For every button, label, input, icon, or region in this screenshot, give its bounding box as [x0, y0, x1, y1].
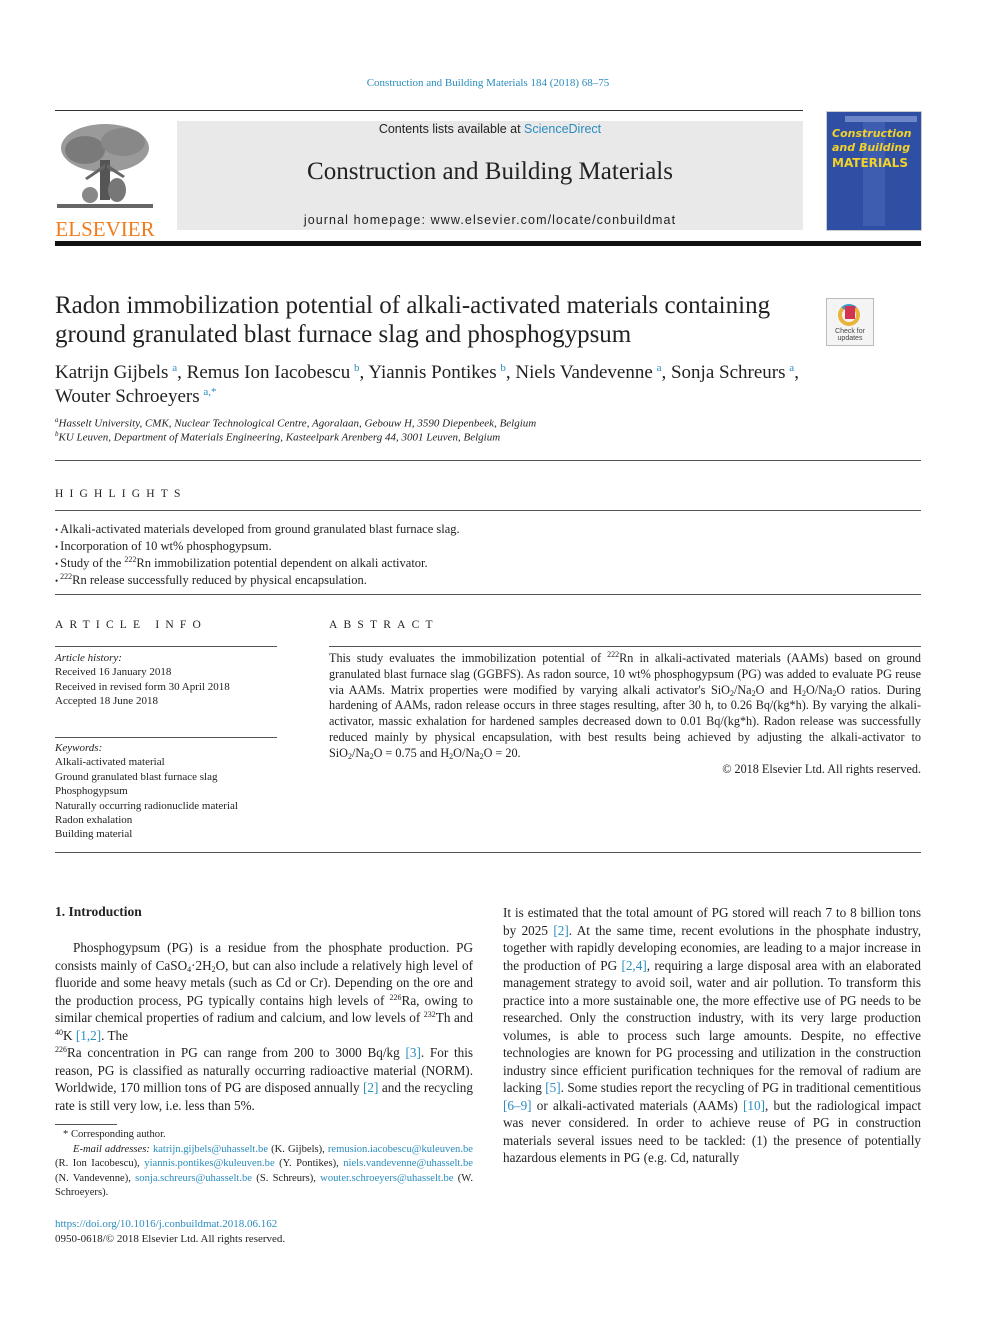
history-revised: Received in revised form 30 April 2018: [55, 680, 230, 693]
citation-link[interactable]: [2]: [363, 1080, 378, 1095]
sciencedirect-link[interactable]: ScienceDirect: [524, 122, 601, 136]
check-for-updates-button[interactable]: Check for updates: [826, 298, 874, 346]
citation-link[interactable]: [2]: [553, 923, 568, 938]
citation-link[interactable]: [6–9]: [503, 1098, 532, 1113]
divider: [55, 510, 921, 511]
journal-banner: Contents lists available at ScienceDirec…: [177, 121, 803, 230]
keyword-item[interactable]: Alkali-activated material: [55, 755, 277, 769]
email-owner: (K. Gijbels),: [268, 1143, 328, 1155]
journal-homepage-line: journal homepage: www.elsevier.com/locat…: [177, 213, 803, 227]
divider: [55, 737, 277, 738]
email-addresses: E-mail addresses: katrijn.gijbels@uhasse…: [55, 1143, 473, 1199]
article-title: Radon immobilization potential of alkali…: [55, 292, 771, 348]
author-name[interactable]: Katrijn Gijbels: [55, 362, 172, 383]
highlight-item: 222Rn release successfully reduced by ph…: [55, 572, 755, 589]
email-owner: (R. Ion Iacobescu),: [55, 1158, 145, 1170]
email-link[interactable]: remusion.iacobescu@kuleuven.be: [328, 1144, 473, 1155]
introduction-paragraph-right: It is estimated that the total amount of…: [503, 905, 921, 1165]
journal-cover-thumbnail[interactable]: Construction and Building MATERIALS: [826, 111, 922, 231]
author-separator: ,: [505, 362, 516, 383]
author-name[interactable]: Remus Ion Iacobescu: [187, 362, 354, 383]
keyword-item[interactable]: Phosphogypsum: [55, 784, 277, 798]
divider: [329, 646, 921, 647]
affiliation-b: bKU Leuven, Department of Materials Engi…: [55, 430, 501, 444]
highlight-item: Incorporation of 10 wt% phosphogypsum.: [55, 538, 755, 555]
cover-materials-text: MATERIALS: [832, 156, 908, 170]
elsevier-logo[interactable]: ELSEVIER: [55, 120, 155, 240]
highlights-heading: HIGHLIGHTS: [55, 488, 187, 500]
author-name[interactable]: Sonja Schreurs: [671, 362, 789, 383]
abstract-text: This study evaluates the immobilization …: [329, 650, 922, 776]
introduction-paragraph-left: Phosphogypsum (PG) is a residue from the…: [55, 940, 474, 1113]
doi-link[interactable]: https://doi.org/10.1016/j.conbuildmat.20…: [55, 1217, 285, 1232]
email-owner: (N. Vandevenne),: [55, 1172, 136, 1184]
keywords-block: Keywords: Alkali-activated material Grou…: [55, 741, 277, 842]
author-list: Katrijn Gijbels a, Remus Ion Iacobescu b…: [55, 361, 915, 409]
introduction-heading: 1. Introduction: [55, 904, 142, 919]
author-separator: ,: [359, 362, 369, 383]
email-owner: (Y. Pontikes),: [274, 1158, 344, 1170]
divider: [55, 646, 277, 647]
citation-link[interactable]: [1,2]: [76, 1028, 101, 1043]
citation-link[interactable]: [2,4]: [621, 958, 646, 973]
author-affiliation-mark[interactable]: a,*: [203, 386, 216, 398]
divider: [55, 852, 921, 853]
citation-link[interactable]: [5]: [545, 1080, 560, 1095]
affiliation-a: aHasselt University, CMK, Nuclear Techno…: [55, 416, 537, 430]
crossmark-bookmark-icon: [845, 306, 855, 319]
contents-prefix: Contents lists available at: [378, 122, 525, 136]
elsevier-wordmark: ELSEVIER: [55, 217, 155, 241]
keyword-item[interactable]: Naturally occurring radionuclide materia…: [55, 799, 277, 813]
history-received: Received 16 January 2018: [55, 666, 172, 679]
header-rule: [55, 110, 803, 111]
email-link[interactable]: katrijn.gijbels@uhasselt.be: [153, 1144, 268, 1155]
journal-title[interactable]: Construction and Building Materials: [177, 158, 803, 186]
history-label: Article history:: [55, 652, 122, 664]
journal-reference-link[interactable]: Construction and Building Materials 184 …: [0, 77, 976, 89]
header-thick-rule: [55, 241, 921, 246]
author-name[interactable]: Niels Vandevenne: [515, 362, 656, 383]
highlight-item: Alkali-activated materials developed fro…: [55, 521, 755, 538]
divider: [55, 594, 921, 595]
elsevier-tree-icon: [57, 124, 153, 208]
email-owner: (S. Schreurs),: [252, 1172, 321, 1184]
article-history: Article history: Received 16 January 201…: [55, 651, 277, 709]
keyword-item[interactable]: Ground granulated blast furnace slag: [55, 770, 277, 784]
keyword-item[interactable]: Building material: [55, 827, 277, 841]
highlight-item: Study of the 222Rn immobilization potent…: [55, 555, 755, 572]
abstract-heading: ABSTRACT: [329, 619, 439, 631]
history-accepted: Accepted 18 June 2018: [55, 695, 158, 708]
email-link[interactable]: sonja.schreurs@uhasselt.be: [135, 1173, 252, 1184]
journal-homepage-link[interactable]: www.elsevier.com/locate/conbuildmat: [431, 213, 677, 227]
crossmark-label: Check for updates: [835, 328, 865, 342]
author-separator: ,: [661, 362, 671, 383]
author-separator: ,: [177, 362, 187, 383]
email-link[interactable]: niels.vandevenne@uhasselt.be: [343, 1158, 473, 1169]
author-name[interactable]: Wouter Schroeyers: [55, 386, 203, 407]
highlights-list: Alkali-activated materials developed fro…: [55, 521, 755, 589]
cover-title: Construction and Building: [832, 127, 912, 154]
footnote-rule: [55, 1124, 117, 1125]
homepage-prefix: journal homepage:: [303, 213, 431, 227]
author-separator: ,: [794, 362, 799, 383]
issn-copyright: 0950-0618/© 2018 Elsevier Ltd. All right…: [55, 1232, 286, 1245]
keyword-item[interactable]: Radon exhalation: [55, 813, 277, 827]
citation-link[interactable]: [3]: [405, 1045, 420, 1060]
author-name[interactable]: Yiannis Pontikes: [368, 362, 500, 383]
email-link[interactable]: yiannis.pontikes@kuleuven.be: [144, 1158, 274, 1169]
contents-available-line: Contents lists available at ScienceDirec…: [177, 122, 803, 136]
footnotes: * Corresponding author. E-mail addresses…: [55, 1128, 473, 1201]
corresponding-author-note: * Corresponding author.: [63, 1129, 166, 1140]
keywords-label: Keywords:: [55, 742, 103, 754]
doi-block: https://doi.org/10.1016/j.conbuildmat.20…: [55, 1217, 285, 1246]
article-info-heading: ARTICLE INFO: [55, 619, 207, 631]
email-link[interactable]: wouter.schroeyers@uhasselt.be: [320, 1173, 453, 1184]
citation-link[interactable]: [10]: [743, 1098, 765, 1113]
abstract-copyright: © 2018 Elsevier Ltd. All rights reserved…: [722, 761, 921, 776]
divider: [55, 460, 921, 461]
